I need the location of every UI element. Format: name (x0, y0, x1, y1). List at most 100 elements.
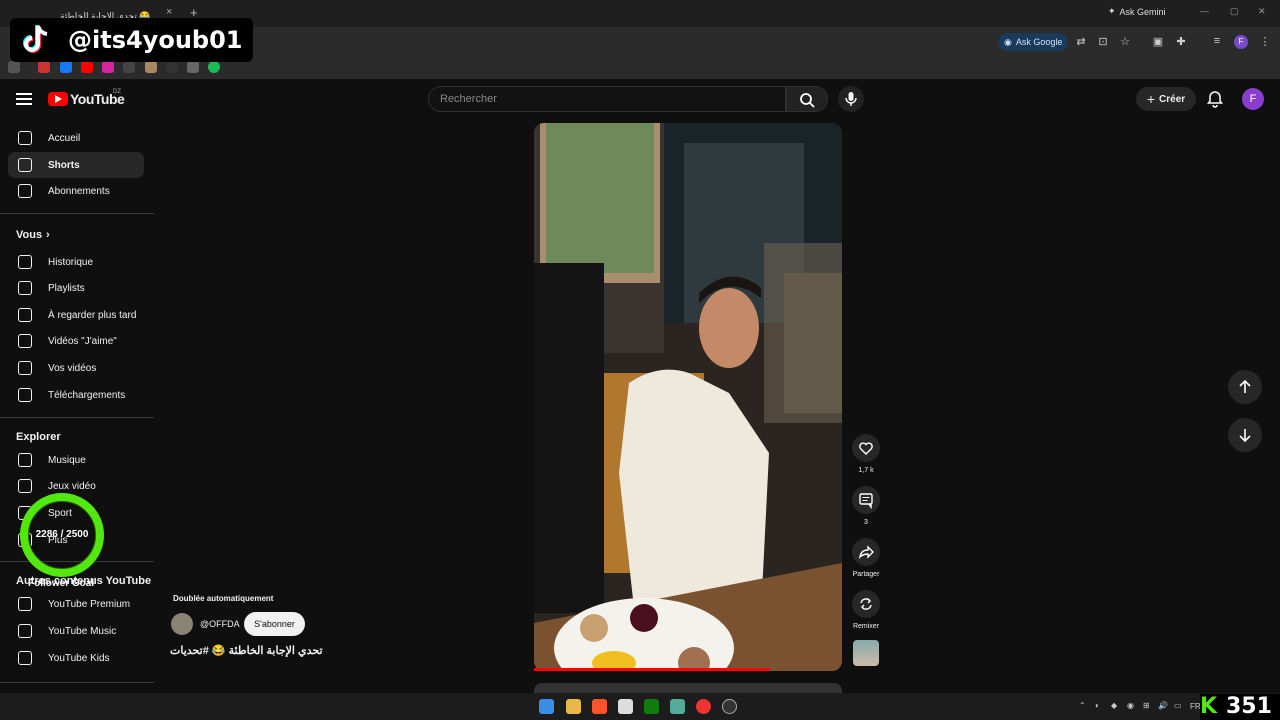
gaming-icon (18, 479, 32, 493)
search-button[interactable] (786, 86, 828, 112)
xbox-icon[interactable] (644, 699, 659, 714)
like-button[interactable] (852, 434, 880, 462)
bell-icon (1207, 91, 1223, 108)
sidebar-item-label: Vidéos "J'aime" (48, 335, 117, 347)
sidebar-item-4[interactable]: Vidéos "J'aime" (8, 328, 144, 354)
translate-icon[interactable]: ⇄ (1074, 35, 1088, 49)
tiktok-handle-overlay: @its4youb01 (10, 18, 253, 62)
windows-start-icon[interactable] (539, 699, 554, 714)
sidebar-item-label: Playlists (48, 282, 85, 294)
sidebar-item-1[interactable]: Accueil (8, 125, 144, 151)
youtube-music-icon (18, 624, 32, 638)
menu-icon[interactable] (16, 93, 32, 105)
ask-google-label: Ask Google (1015, 37, 1063, 47)
counter-prefix: K (1200, 694, 1218, 719)
facebook-bookmark-icon[interactable] (60, 61, 72, 73)
create-button[interactable]: + Créer (1136, 87, 1196, 111)
youtube-bookmark-icon[interactable] (81, 61, 93, 73)
section-title-explore: Explorer (16, 431, 61, 443)
minimize-icon[interactable]: — (1200, 6, 1209, 16)
instagram-bookmark-icon[interactable] (102, 61, 114, 73)
follower-goal-label: Follower Goal (28, 578, 95, 589)
sidebar-item-label: YouTube Premium (48, 598, 131, 610)
remix-label: Remixer (852, 623, 880, 630)
file-explorer-icon[interactable] (566, 699, 581, 714)
sidebar-item-label: Téléchargements (48, 389, 126, 401)
short-title: تحدي الإجابة الخاطئة 😂 #تحديات (170, 645, 323, 657)
counter-value: 351 (1226, 694, 1272, 719)
account-avatar[interactable]: F (1242, 88, 1264, 110)
like-count: 1,7 k (858, 467, 874, 474)
tray-app-icon[interactable]: ◆ (1111, 701, 1117, 710)
share-icon (859, 545, 874, 559)
comments-button[interactable] (852, 486, 880, 514)
apps-icon[interactable] (8, 61, 20, 73)
sidebar-item-3[interactable]: À regarder plus tard (8, 302, 144, 328)
gmail-bookmark-icon[interactable] (38, 61, 50, 73)
create-label: Créer (1159, 93, 1186, 105)
sidebar-item-label: Historique (48, 256, 94, 268)
profile-avatar-icon[interactable]: F (1234, 35, 1248, 49)
country-code: DZ (113, 89, 121, 95)
install-app-icon[interactable]: ⊡ (1096, 35, 1110, 49)
remix-button[interactable] (852, 590, 880, 618)
chrome-icon[interactable] (696, 699, 711, 714)
maximize-icon[interactable]: ▢ (1230, 6, 1239, 17)
sidebar-item-1[interactable]: YouTube Premium (8, 591, 144, 617)
sidebar-item-label: Jeux vidéo (48, 480, 96, 492)
brave-browser-icon[interactable] (592, 699, 607, 714)
youtube-premium-icon (18, 597, 32, 611)
video-progress-bar[interactable] (534, 668, 769, 671)
store-icon[interactable] (618, 699, 633, 714)
tray-discord-icon[interactable]: ◐ (1095, 701, 1100, 710)
sidebar-item-3[interactable]: Abonnements (8, 178, 144, 204)
sidebar-item-5[interactable]: Vos vidéos (8, 355, 144, 381)
tab-search-icon[interactable]: ≡ (1210, 35, 1224, 49)
sidebar-item-6[interactable]: Téléchargements (8, 382, 144, 408)
next-short-button[interactable] (1228, 418, 1262, 452)
follower-goal-value: 2286 / 2500 (35, 529, 89, 540)
bookmark-icon[interactable] (166, 61, 178, 73)
comment-icon (859, 493, 873, 510)
subscribe-button[interactable]: S'abonner (244, 612, 305, 636)
volume-icon[interactable]: 🔊 (1158, 701, 1168, 710)
bookmark-icon[interactable] (145, 61, 157, 73)
sidebar-item-1[interactable]: Historique (8, 249, 144, 275)
sidebar-item-2[interactable]: YouTube Music (8, 618, 144, 644)
spotify-bookmark-icon[interactable] (208, 61, 220, 73)
notifications-button[interactable] (1206, 90, 1224, 108)
ask-gemini-button[interactable]: ✦ Ask Gemini (1108, 6, 1166, 17)
previous-short-button[interactable] (1228, 370, 1262, 404)
app-icon[interactable] (670, 699, 685, 714)
extensions-puzzle-icon[interactable]: ✚ (1174, 35, 1188, 49)
sidebar-item-2[interactable]: Shorts (8, 152, 144, 178)
sidebar-item-label: Musique (48, 454, 86, 466)
ask-google-button[interactable]: ◉ Ask Google (998, 33, 1069, 51)
plus-icon: + (1146, 91, 1156, 107)
obs-icon[interactable] (722, 699, 737, 714)
search-input[interactable]: Rechercher (428, 86, 786, 112)
close-window-icon[interactable]: ✕ (1258, 6, 1266, 17)
network-icon[interactable]: ▭ (1174, 701, 1182, 710)
bookmark-star-icon[interactable]: ☆ (1118, 35, 1132, 49)
tray-chevron-icon[interactable]: ⌃ (1079, 701, 1086, 710)
extension-icon[interactable]: ▣ (1151, 35, 1165, 49)
voice-search-button[interactable] (838, 86, 864, 112)
sidebar-item-label: À regarder plus tard (48, 309, 137, 321)
subscriptions-icon (18, 184, 32, 198)
bookmark-icon[interactable] (123, 61, 135, 73)
tab-close-icon[interactable]: × (166, 6, 172, 18)
tray-steam-icon[interactable]: ◉ (1127, 701, 1134, 710)
channel-avatar[interactable] (171, 613, 193, 635)
sidebar-item-3[interactable]: YouTube Kids (8, 645, 144, 671)
sidebar-item-1[interactable]: Musique (8, 447, 144, 473)
browser-menu-icon[interactable]: ⋮ (1258, 35, 1272, 49)
sound-thumbnail[interactable] (853, 640, 879, 666)
section-title-you[interactable]: Vous (16, 229, 42, 241)
share-button[interactable] (852, 538, 880, 566)
channel-name[interactable]: @OFFDA (200, 619, 240, 629)
short-video-player[interactable] (534, 123, 842, 671)
tray-app-icon[interactable]: ⊞ (1143, 701, 1150, 710)
sidebar-item-2[interactable]: Playlists (8, 275, 144, 301)
bookmark-icon[interactable] (187, 61, 199, 73)
